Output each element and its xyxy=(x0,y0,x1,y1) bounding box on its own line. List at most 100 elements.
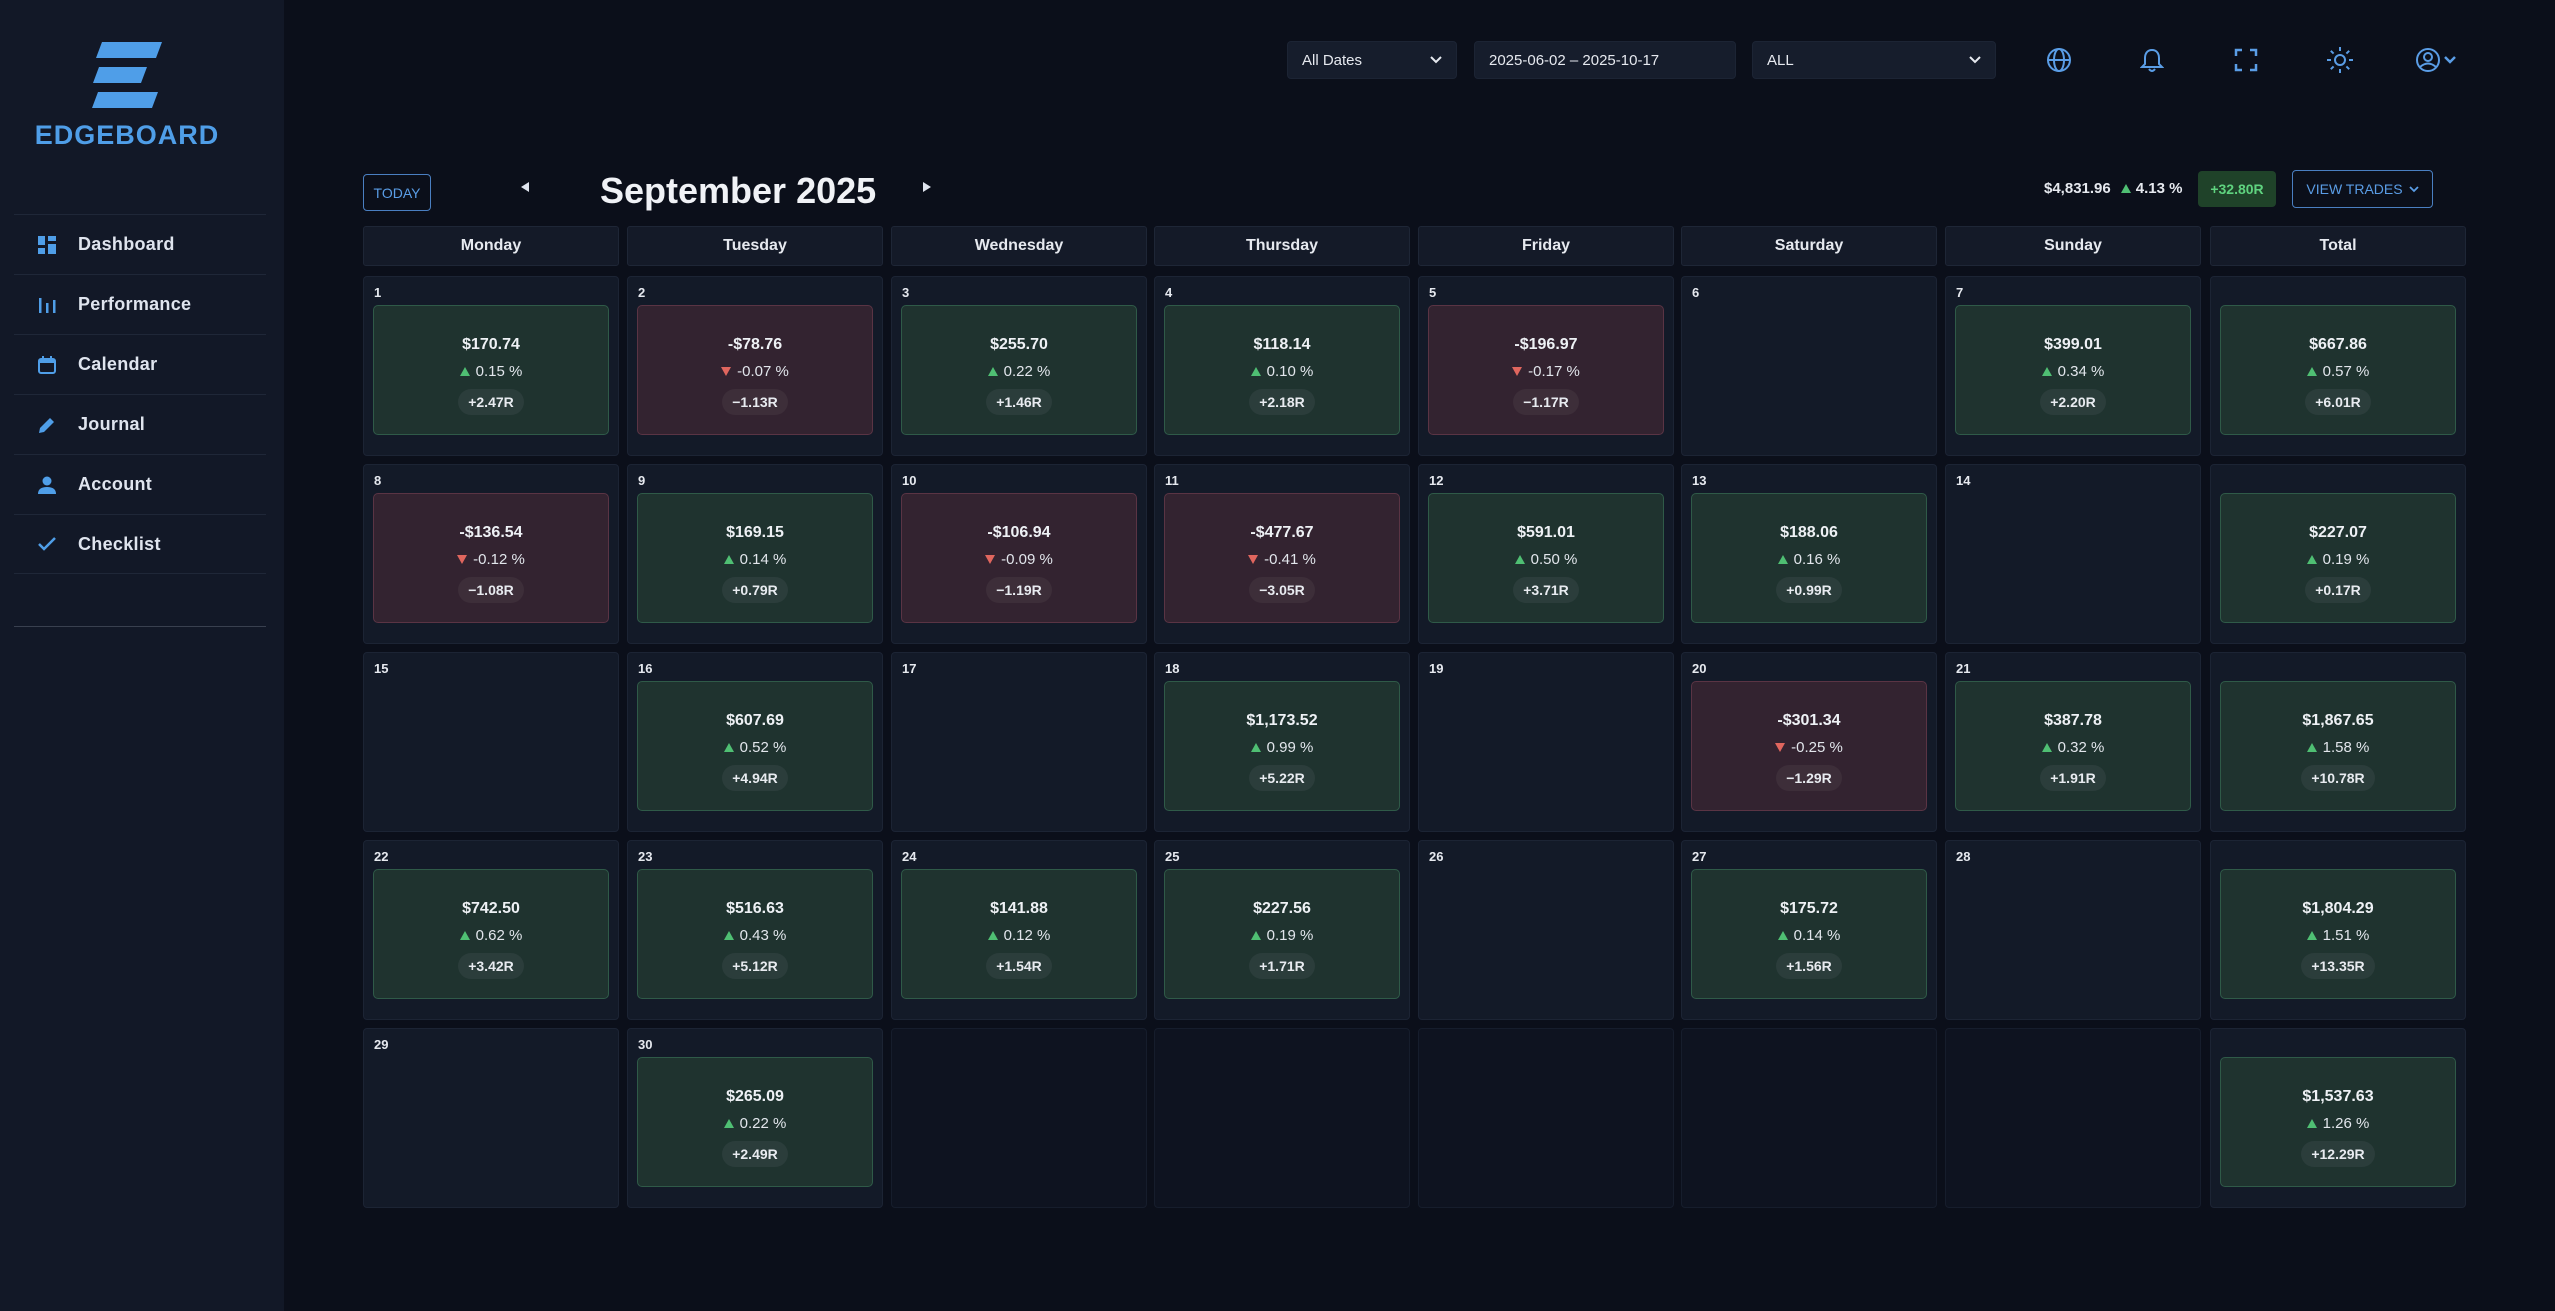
pnl-card[interactable]: -$196.97 -0.17 % −1.17R xyxy=(1428,305,1664,435)
pnl-card[interactable]: $1,867.65 1.58 % +10.78R xyxy=(2220,681,2456,811)
pnl-card[interactable]: $607.69 0.52 % +4.94R xyxy=(637,681,873,811)
pnl-card[interactable]: $399.01 0.34 % +2.20R xyxy=(1955,305,2191,435)
pnl-card[interactable]: -$477.67 -0.41 % −3.05R xyxy=(1164,493,1400,623)
sidebar-item-calendar[interactable]: Calendar xyxy=(14,334,266,394)
day-cell[interactable]: 29 xyxy=(363,1028,619,1208)
pnl-card[interactable]: $591.01 0.50 % +3.71R xyxy=(1428,493,1664,623)
day-cell[interactable]: 21 $387.78 0.32 % +1.91R xyxy=(1945,652,2201,832)
day-cell[interactable]: 8 -$136.54 -0.12 % −1.08R xyxy=(363,464,619,644)
day-cell[interactable]: 7 $399.01 0.34 % +2.20R xyxy=(1945,276,2201,456)
pnl-card[interactable]: -$301.34 -0.25 % −1.29R xyxy=(1691,681,1927,811)
day-cell[interactable]: 11 -$477.67 -0.41 % −3.05R xyxy=(1154,464,1410,644)
day-number: 25 xyxy=(1165,849,1180,864)
chevron-down-icon xyxy=(2408,185,2419,192)
day-cell[interactable]: 3 $255.70 0.22 % +1.46R xyxy=(891,276,1147,456)
week-total-cell[interactable]: $1,537.63 1.26 % +12.29R xyxy=(2210,1028,2466,1208)
pnl-card[interactable]: $170.74 0.15 % +2.47R xyxy=(373,305,609,435)
r-multiple-badge: +1.46R xyxy=(986,389,1052,415)
pnl-card[interactable]: $175.72 0.14 % +1.56R xyxy=(1691,869,1927,999)
day-cell[interactable]: 26 xyxy=(1418,840,1674,1020)
sun-icon[interactable] xyxy=(2320,40,2360,80)
pnl-percent-row: -0.12 % xyxy=(457,551,525,568)
day-number: 18 xyxy=(1165,661,1180,676)
day-cell[interactable]: 5 -$196.97 -0.17 % −1.17R xyxy=(1418,276,1674,456)
day-cell[interactable]: 9 $169.15 0.14 % +0.79R xyxy=(627,464,883,644)
fullscreen-icon[interactable] xyxy=(2226,40,2266,80)
pnl-percent: 0.12 % xyxy=(1003,927,1051,944)
day-cell[interactable]: 22 $742.50 0.62 % +3.42R xyxy=(363,840,619,1020)
pnl-card[interactable]: $188.06 0.16 % +0.99R xyxy=(1691,493,1927,623)
day-cell[interactable]: 13 $188.06 0.16 % +0.99R xyxy=(1681,464,1937,644)
pnl-card[interactable]: $265.09 0.22 % +2.49R xyxy=(637,1057,873,1187)
pnl-card[interactable]: -$106.94 -0.09 % −1.19R xyxy=(901,493,1137,623)
day-number: 16 xyxy=(638,661,653,676)
week-total-cell[interactable]: $1,804.29 1.51 % +13.35R xyxy=(2210,840,2466,1020)
day-cell[interactable]: 12 $591.01 0.50 % +3.71R xyxy=(1418,464,1674,644)
pnl-card[interactable]: $1,804.29 1.51 % +13.35R xyxy=(2220,869,2456,999)
pnl-card[interactable]: $516.63 0.43 % +5.12R xyxy=(637,869,873,999)
bell-icon[interactable] xyxy=(2132,40,2172,80)
day-cell[interactable]: 15 xyxy=(363,652,619,832)
day-cell[interactable]: 27 $175.72 0.14 % +1.56R xyxy=(1681,840,1937,1020)
day-number: 14 xyxy=(1956,473,1971,488)
sidebar-item-performance[interactable]: Performance xyxy=(14,274,266,334)
day-cell[interactable]: 23 $516.63 0.43 % +5.12R xyxy=(627,840,883,1020)
logo[interactable]: EDGEBOARD xyxy=(0,42,254,151)
day-cell[interactable]: 28 xyxy=(1945,840,2201,1020)
empty-cell xyxy=(1945,1028,2201,1208)
date-filter-select[interactable]: All Dates xyxy=(1287,41,1457,79)
day-cell[interactable]: 4 $118.14 0.10 % +2.18R xyxy=(1154,276,1410,456)
pnl-percent: 0.22 % xyxy=(739,1115,787,1132)
day-cell[interactable]: 14 xyxy=(1945,464,2201,644)
user-menu-icon[interactable] xyxy=(2410,40,2466,80)
account-filter-select[interactable]: ALL xyxy=(1752,41,1996,79)
pnl-card[interactable]: $255.70 0.22 % +1.46R xyxy=(901,305,1137,435)
day-cell[interactable]: 17 xyxy=(891,652,1147,832)
day-cell[interactable]: 20 -$301.34 -0.25 % −1.29R xyxy=(1681,652,1937,832)
day-cell[interactable]: 1 $170.74 0.15 % +2.47R xyxy=(363,276,619,456)
today-button[interactable]: TODAY xyxy=(363,174,431,211)
day-cell[interactable]: 24 $141.88 0.12 % +1.54R xyxy=(891,840,1147,1020)
down-arrow-icon xyxy=(1248,555,1259,564)
sidebar-item-label: Dashboard xyxy=(78,234,175,254)
pnl-card[interactable]: $1,537.63 1.26 % +12.29R xyxy=(2220,1057,2456,1187)
day-cell[interactable]: 18 $1,173.52 0.99 % +5.22R xyxy=(1154,652,1410,832)
view-trades-button[interactable]: VIEW TRADES xyxy=(2292,170,2433,208)
day-cell[interactable]: 19 xyxy=(1418,652,1674,832)
day-cell[interactable]: 16 $607.69 0.52 % +4.94R xyxy=(627,652,883,832)
week-total-cell[interactable]: $1,867.65 1.58 % +10.78R xyxy=(2210,652,2466,832)
pnl-card[interactable]: -$136.54 -0.12 % −1.08R xyxy=(373,493,609,623)
up-arrow-icon xyxy=(2041,367,2052,376)
pnl-card[interactable]: $1,173.52 0.99 % +5.22R xyxy=(1164,681,1400,811)
sidebar-item-dashboard[interactable]: Dashboard xyxy=(14,214,266,274)
pnl-card[interactable]: -$78.76 -0.07 % −1.13R xyxy=(637,305,873,435)
sidebar-item-checklist[interactable]: Checklist xyxy=(14,514,266,574)
day-cell[interactable]: 25 $227.56 0.19 % +1.71R xyxy=(1154,840,1410,1020)
globe-icon[interactable] xyxy=(2039,40,2079,80)
date-range-input[interactable]: 2025-06-02 – 2025-10-17 xyxy=(1474,41,1736,79)
week-total-cell[interactable]: $227.07 0.19 % +0.17R xyxy=(2210,464,2466,644)
pnl-percent: 0.43 % xyxy=(739,927,787,944)
sidebar-item-account[interactable]: Account xyxy=(14,454,266,514)
week-total-cell[interactable]: $667.86 0.57 % +6.01R xyxy=(2210,276,2466,456)
sidebar-item-journal[interactable]: Journal xyxy=(14,394,266,454)
pnl-card[interactable]: $227.07 0.19 % +0.17R xyxy=(2220,493,2456,623)
day-cell[interactable]: 30 $265.09 0.22 % +2.49R xyxy=(627,1028,883,1208)
pnl-card[interactable]: $118.14 0.10 % +2.18R xyxy=(1164,305,1400,435)
pnl-card[interactable]: $742.50 0.62 % +3.42R xyxy=(373,869,609,999)
day-cell[interactable]: 6 xyxy=(1681,276,1937,456)
day-cell[interactable]: 2 -$78.76 -0.07 % −1.13R xyxy=(627,276,883,456)
day-cell[interactable]: 10 -$106.94 -0.09 % −1.19R xyxy=(891,464,1147,644)
pnl-card[interactable]: $141.88 0.12 % +1.54R xyxy=(901,869,1137,999)
r-multiple-badge: +1.91R xyxy=(2040,765,2106,791)
next-month-button[interactable] xyxy=(922,180,932,196)
prev-month-button[interactable] xyxy=(520,180,530,196)
pnl-percent: -0.12 % xyxy=(473,551,525,568)
pnl-card[interactable]: $227.56 0.19 % +1.71R xyxy=(1164,869,1400,999)
pnl-amount: $1,804.29 xyxy=(2302,900,2374,917)
pnl-card[interactable]: $387.78 0.32 % +1.91R xyxy=(1955,681,2191,811)
pnl-card[interactable]: $667.86 0.57 % +6.01R xyxy=(2220,305,2456,435)
r-multiple-badge: +12.29R xyxy=(2301,1141,2375,1167)
pnl-card[interactable]: $169.15 0.14 % +0.79R xyxy=(637,493,873,623)
pnl-amount: $141.88 xyxy=(990,900,1048,917)
